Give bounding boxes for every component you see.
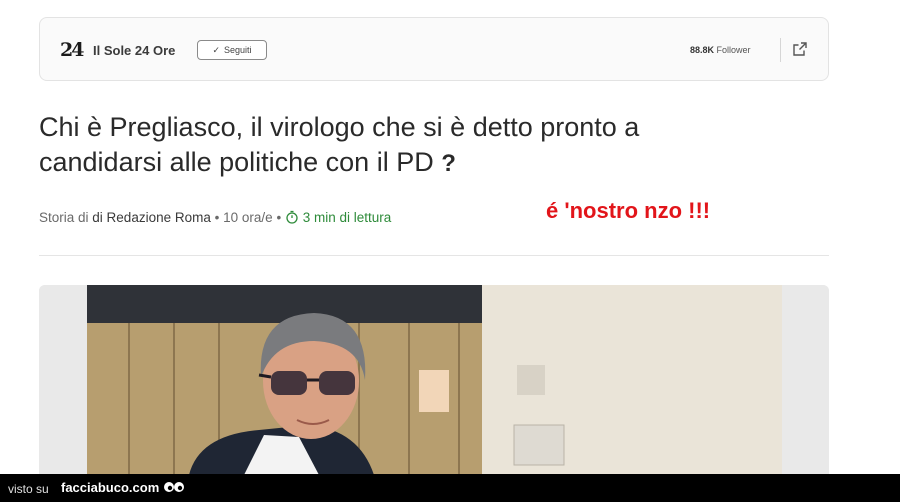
article-age: 10 ora/e bbox=[223, 210, 273, 225]
follow-button[interactable]: ✓ Seguiti bbox=[197, 40, 267, 60]
content-divider bbox=[39, 255, 829, 256]
headline-text: Chi è Pregliasco, il virologo che si è d… bbox=[39, 112, 640, 177]
watermark-visto-su: visto su bbox=[8, 482, 49, 496]
read-time: 3 min di lettura bbox=[302, 210, 392, 225]
publisher-name[interactable]: Il Sole 24 Ore bbox=[93, 43, 175, 58]
followers-label: Follower bbox=[716, 45, 751, 55]
followers-count: 88.8K Follower bbox=[690, 45, 751, 55]
publisher-card: 24 Il Sole 24 Ore ✓ Seguiti 88.8K Follow… bbox=[39, 17, 829, 81]
external-link-icon[interactable] bbox=[792, 41, 808, 57]
googly-eyes-icon bbox=[164, 482, 184, 492]
followers-number: 88.8K bbox=[690, 45, 715, 55]
story-prefix: Storia di bbox=[39, 210, 89, 225]
watermark-site[interactable]: facciabuco.com bbox=[61, 480, 159, 495]
watermark-bar: visto su facciabuco.com bbox=[0, 474, 900, 502]
meta-separator: • bbox=[214, 210, 220, 225]
headline-question-mark: ? bbox=[441, 150, 456, 177]
check-icon: ✓ bbox=[212, 44, 220, 55]
publisher-logo[interactable]: 24 bbox=[60, 40, 84, 60]
article-photo[interactable] bbox=[39, 285, 829, 475]
article-meta: Storia di di Redazione Roma • 10 ora/e •… bbox=[39, 210, 391, 225]
article-headline: Chi è Pregliasco, il virologo che si è d… bbox=[39, 110, 759, 181]
author-link[interactable]: di Redazione Roma bbox=[92, 210, 211, 225]
follow-button-label: Seguiti bbox=[224, 45, 252, 55]
divider bbox=[780, 38, 781, 62]
meta-separator: • bbox=[276, 210, 282, 225]
timer-icon bbox=[286, 210, 298, 224]
portrait-image bbox=[39, 285, 829, 475]
handwritten-annotation: é 'nostro nzo !!! bbox=[546, 198, 711, 223]
